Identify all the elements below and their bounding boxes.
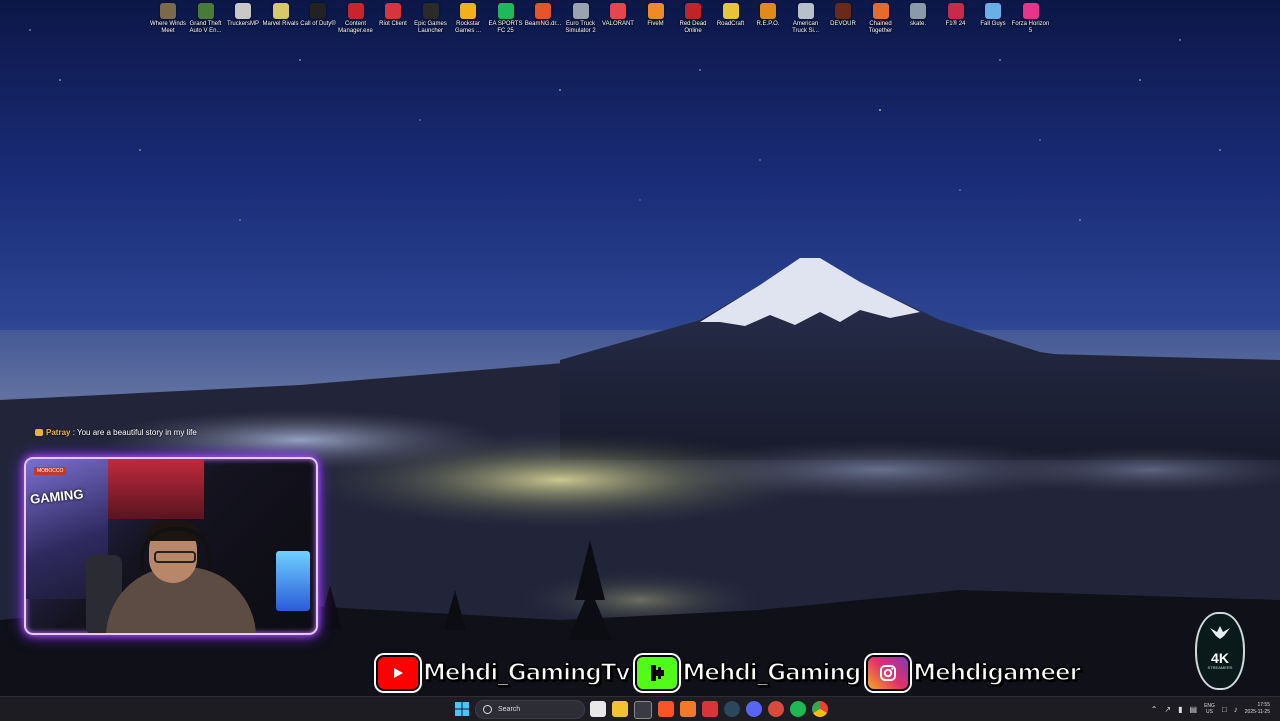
- skate-icon: [910, 3, 926, 19]
- brave-icon[interactable]: [658, 701, 674, 717]
- youtube-handle: Mehdi_GamingTv: [422, 659, 631, 687]
- desktop-icon-valorant[interactable]: VALORANT: [598, 3, 638, 28]
- wwm-icon: [160, 3, 176, 19]
- desktop-icon-call-of-duty[interactable]: Call of Duty®: [298, 3, 338, 28]
- desktop-icon-epic-games[interactable]: Epic Games Launcher: [411, 3, 451, 35]
- marvel-icon: [272, 3, 289, 19]
- cm-icon: [347, 3, 364, 19]
- clock-time: 17:55: [1257, 702, 1270, 708]
- chat-username: Patray: [46, 428, 71, 437]
- desktop-icon-gta[interactable]: Grand Theft Auto V En...: [186, 3, 226, 35]
- language-indicator[interactable]: ENG US: [1204, 703, 1215, 715]
- fallguys-icon: [985, 3, 1001, 19]
- instagram-handle: Mehdigameer: [913, 659, 1082, 687]
- app-icon-a[interactable]: [680, 701, 696, 717]
- chained-icon: [872, 3, 889, 19]
- desktop-icon-content-manager[interactable]: Content Manager.exe: [336, 3, 376, 35]
- discord-icon[interactable]: [746, 701, 762, 717]
- kick-icon: [635, 655, 680, 691]
- riot-icon: [385, 3, 401, 19]
- desktop-icon-devour[interactable]: DEVOUR: [823, 3, 863, 28]
- chrome-alt-icon[interactable]: [768, 701, 784, 717]
- social-handles-banner: Mehdi_GamingTv Mehdi_Gaming Mehdigameer: [376, 655, 1083, 691]
- desktop-icon-f1-24[interactable]: F1® 24: [936, 3, 976, 28]
- app-icon-1[interactable]: [590, 701, 606, 717]
- gta-icon: [197, 3, 214, 19]
- cod-icon: [310, 3, 326, 19]
- rockstar-icon: [460, 3, 476, 19]
- desktop-icon-roadcraft[interactable]: RoadCraft: [711, 3, 751, 28]
- desktop-icon-where-winds-meet[interactable]: Where Winds Meet: [148, 3, 188, 35]
- instagram-icon: [866, 655, 911, 691]
- desktop-icon-chained-together[interactable]: Chained Together: [861, 3, 901, 35]
- microphone-icon[interactable]: ▮: [1178, 705, 1182, 714]
- epic-icon: [422, 3, 439, 19]
- network-icon[interactable]: ↗: [1164, 705, 1171, 714]
- system-tray: ⌃ ↗ ▮ ▤ ENG US □ ♪ 17:55 2025-11-25: [1151, 699, 1270, 719]
- desktop-icon-marvel-rivals[interactable]: Marvel Rivals: [261, 3, 301, 28]
- windows-start-icon[interactable]: [455, 702, 469, 716]
- search-icon: [483, 705, 492, 714]
- fivem-icon: [647, 3, 664, 19]
- region-code: US: [1206, 709, 1213, 715]
- chat-text: You are a beautiful story in my life: [77, 428, 197, 437]
- devour-icon: [835, 3, 851, 19]
- desktop-icon-beamng[interactable]: BeamNG.dr...: [523, 3, 563, 28]
- desktop-icon-rockstar[interactable]: Rockstar Games ...: [448, 3, 488, 35]
- desktop-icon-fivem[interactable]: FiveM: [636, 3, 676, 28]
- search-placeholder: Search: [498, 706, 521, 713]
- phoenix-icon: [1210, 626, 1230, 639]
- desktop-icon-ats[interactable]: American Truck Si...: [786, 3, 826, 35]
- app-icon-red[interactable]: [702, 701, 718, 717]
- logo-main-text: 4K: [1211, 649, 1229, 666]
- fc-icon: [497, 3, 514, 19]
- headset-icon: [140, 527, 212, 571]
- volume-icon[interactable]: ♪: [1234, 705, 1238, 714]
- clock-date: 2025-11-25: [1244, 709, 1270, 715]
- monitor-icon[interactable]: □: [1222, 705, 1227, 714]
- steam-icon[interactable]: [724, 701, 740, 717]
- desktop-icon-ea-fc[interactable]: EA SPORTS FC 25: [486, 3, 526, 35]
- ets-icon: [572, 3, 589, 19]
- forza-icon: [1022, 3, 1039, 19]
- file-explorer-icon[interactable]: [612, 701, 628, 717]
- valorant-icon: [610, 3, 626, 19]
- f1-icon: [947, 3, 964, 19]
- taskbar: Search ⌃ ↗ ▮ ▤ ENG US □ ♪ 17:55 2025-11-…: [0, 696, 1280, 721]
- roadcraft-icon: [722, 3, 739, 19]
- youtube-icon: [376, 655, 420, 691]
- repo-icon: [760, 3, 776, 19]
- desktop-icon-fall-guys[interactable]: Fall Guys: [973, 3, 1013, 28]
- webcam-background-panel: [108, 459, 204, 519]
- clock[interactable]: 17:55 2025-11-25: [1245, 702, 1270, 716]
- webcam-monitor: [276, 551, 310, 611]
- keyboard-icon[interactable]: ▤: [1190, 705, 1198, 714]
- ats-icon: [797, 3, 814, 19]
- stream-chat-message: Patray : You are a beautiful story in my…: [35, 428, 197, 437]
- desktop-icon-truckersmp[interactable]: TruckersMP: [223, 3, 263, 28]
- taskbar-search-box[interactable]: Search: [475, 700, 585, 719]
- webcam-poster-top: MOBOCCO: [34, 467, 67, 475]
- beamng-icon: [535, 3, 551, 19]
- spotify-icon[interactable]: [790, 701, 806, 717]
- store-icon[interactable]: [634, 701, 652, 719]
- desktop-icon-riot-client[interactable]: Riot Client: [373, 3, 413, 28]
- logo-sub-text: STREAMERS: [1207, 664, 1233, 670]
- kick-handle: Mehdi_Gaming: [682, 659, 862, 687]
- desktop-icon-ets2[interactable]: Euro Truck Simulator 2: [561, 3, 601, 35]
- chrome-icon[interactable]: [812, 701, 828, 717]
- streamer-logo: 4K STREAMERS: [1195, 612, 1245, 690]
- taskbar-pinned-apps: [590, 701, 828, 719]
- desktop-icon-repo[interactable]: R.E.P.O.: [748, 3, 788, 28]
- chevron-up-icon[interactable]: ⌃: [1151, 705, 1158, 714]
- rdo-icon: [685, 3, 701, 19]
- truck-icon: [235, 3, 251, 19]
- desktop-icon-row: Where Winds Meet Grand Theft Auto V En..…: [148, 3, 1051, 43]
- desktop-icon-skate[interactable]: skate.: [898, 3, 938, 28]
- desktop-icon-forza-horizon-5[interactable]: Forza Horizon 5: [1011, 3, 1051, 35]
- webcam-overlay: MOBOCCO GAMING: [24, 457, 318, 635]
- chat-emoji-icon: [35, 429, 43, 437]
- glasses-icon: [154, 551, 196, 563]
- desktop-icon-red-dead-online[interactable]: Red Dead Online: [673, 3, 713, 35]
